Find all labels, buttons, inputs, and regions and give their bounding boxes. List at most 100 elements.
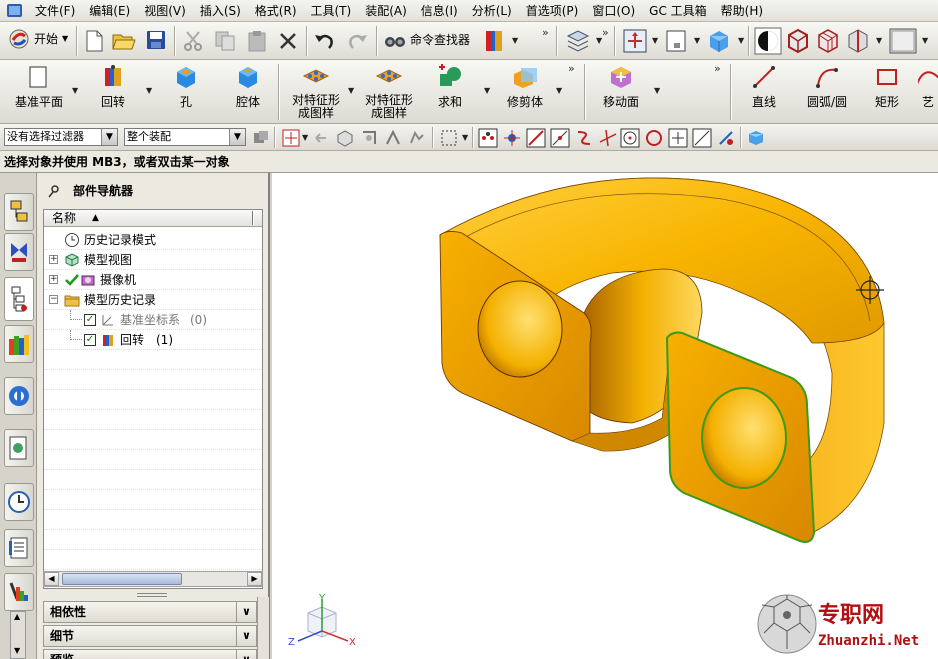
delete-icon[interactable] [278,31,298,51]
expand-icon[interactable]: + [49,255,58,264]
toolbar-overflow-icon[interactable]: » [542,27,549,38]
snap-bounded-icon[interactable] [716,128,736,148]
expand-icon[interactable]: + [49,275,58,284]
paste-icon[interactable] [246,30,268,52]
menu-gc-toolkit[interactable]: GC 工具箱 [642,0,714,22]
chevron-down-icon[interactable]: ▼ [72,86,78,95]
select-face-icon[interactable] [336,129,354,147]
line-button[interactable]: 直线 [742,64,786,109]
column-divider[interactable] [252,211,254,225]
chevron-down-icon[interactable]: ▼ [922,36,928,45]
snap-point-on-curve-icon[interactable] [668,128,688,148]
new-file-icon[interactable] [84,30,104,52]
history-tab[interactable] [4,483,34,521]
tree-row-revolve[interactable]: ✓ 回转 (1) [44,330,262,350]
web-browser-tab[interactable] [4,429,34,467]
start-button[interactable]: 开始 ▼ [8,28,68,50]
menu-analysis[interactable]: 分析(L) [465,0,519,22]
panel-splitter[interactable] [137,593,167,597]
menu-format[interactable]: 格式(R) [248,0,304,22]
resource-bar-scroll[interactable]: ▲ ▼ [10,611,26,659]
menu-assemblies[interactable]: 装配(A) [358,0,414,22]
snap-quadrant-icon[interactable] [644,128,664,148]
chevron-down-icon[interactable]: ∨ [236,650,256,659]
name-column-header[interactable]: 名称 ▲ [44,210,262,227]
menu-insert[interactable]: 插入(S) [193,0,248,22]
command-finder-button[interactable]: 命令查找器 [384,31,470,49]
chevron-down-icon[interactable]: ▼ [348,86,354,95]
menu-preferences[interactable]: 首选项(P) [519,0,586,22]
chevron-down-icon[interactable]: ∨ [236,626,256,646]
toolbar-overflow-icon[interactable]: » [714,63,721,74]
scroll-down-icon[interactable]: ▼ [14,646,20,655]
pattern-feature-button[interactable]: 对特征形 成图样 [286,64,346,120]
chevron-down-icon[interactable]: ∨ [236,602,256,622]
wireframe-icon[interactable] [816,28,840,54]
arc-circle-button[interactable]: 圆弧/圆 [798,64,856,109]
dependencies-section[interactable]: 相依性 ∨ [43,601,257,623]
scroll-up-icon[interactable]: ▲ [14,612,20,621]
studio-spline-button[interactable]: 艺 [918,64,938,109]
rendering-style-icon[interactable] [706,28,732,54]
menu-edit[interactable]: 编辑(E) [82,0,137,22]
trim-body-button[interactable]: 修剪体 [500,64,550,109]
preview-section[interactable]: 预览 ∨ [43,649,257,659]
snap-center-icon[interactable] [620,128,640,148]
process-studio-tab[interactable] [4,529,34,567]
chevron-down-icon[interactable]: ▼ [876,36,882,45]
hd3d-tools-tab[interactable] [4,377,34,415]
view-orientation-icon[interactable] [664,28,688,54]
fit-view-icon[interactable] [622,28,648,54]
snap-intersection-icon[interactable] [598,128,618,148]
chevron-down-icon[interactable]: ▼ [738,36,744,45]
scope-filter-dropdown[interactable]: 整个装配 ▼ [124,128,246,146]
roles-tab[interactable] [4,573,34,611]
redo-icon[interactable] [346,31,368,51]
graphics-window[interactable]: Y X Z 专职网 Zhuanzhi.Net [272,173,938,659]
chevron-down-icon[interactable]: ▼ [654,86,660,95]
tree-row-datum-csys[interactable]: ✓ 基准坐标系 (0) [44,310,262,330]
pocket-button[interactable]: 腔体 [226,64,270,109]
hole-button[interactable]: 孔 [166,64,206,109]
layer-settings-icon[interactable] [565,28,591,54]
datum-plane-button[interactable]: 基准平面 [8,64,70,109]
collapse-icon[interactable]: − [49,295,58,304]
assembly-filter-icon[interactable] [252,129,270,147]
hidden-edges-icon[interactable] [786,28,810,54]
snap-control-icon[interactable] [574,128,594,148]
chevron-down-icon[interactable]: ▼ [512,36,518,45]
menu-file[interactable]: 文件(F) [28,0,82,22]
undo-select-icon[interactable] [312,129,330,147]
tree-row-model-views[interactable]: + 模型视图 [44,250,262,270]
unite-button[interactable]: 求和 [430,64,470,109]
open-folder-icon[interactable] [112,30,136,52]
scroll-left-icon[interactable]: ◀ [44,572,59,586]
select-feature-icon[interactable] [384,129,402,147]
menu-information[interactable]: 信息(I) [414,0,465,22]
select-solid-icon[interactable] [746,128,766,148]
snap-end-icon[interactable] [526,128,546,148]
nx-app-icon[interactable] [6,2,24,20]
move-face-button[interactable]: 移动面 [598,64,644,109]
cut-icon[interactable] [182,30,204,52]
details-section[interactable]: 细节 ∨ [43,625,257,647]
snap-mid-icon[interactable] [550,128,570,148]
navigator-vertical-scrollbar[interactable] [257,597,269,659]
general-select-icon[interactable] [282,129,300,147]
chevron-down-icon[interactable]: ▼ [694,36,700,45]
snap-existing-icon[interactable] [502,128,522,148]
scroll-thumb[interactable] [62,573,182,585]
save-icon[interactable] [146,30,166,50]
constraint-navigator-tab[interactable] [4,233,34,271]
select-component-icon[interactable] [408,129,426,147]
pattern-face-button[interactable]: 对特征形 成图样 [360,64,418,120]
part-model[interactable] [272,173,938,659]
toolbar-overflow-icon[interactable]: » [602,27,609,38]
part-navigator-tab[interactable] [4,277,34,321]
tree-row-history-mode[interactable]: 历史记录模式 [44,230,262,250]
menu-view[interactable]: 视图(V) [137,0,193,22]
chevron-down-icon[interactable]: ▼ [101,129,117,145]
revolve-button[interactable]: 回转 [88,64,138,109]
toolbar-overflow-icon[interactable]: » [568,63,575,74]
snap-endpoint-icon[interactable] [478,128,498,148]
